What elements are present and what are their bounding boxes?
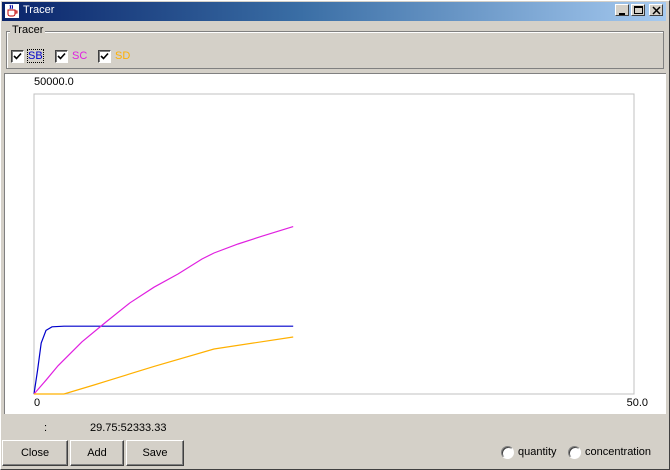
save-button[interactable]: Save [126, 440, 184, 466]
x-min-label: 0 [34, 397, 40, 409]
maximize-button[interactable] [631, 4, 645, 16]
radio-label-quantity: quantity [518, 446, 557, 458]
minimize-icon [619, 13, 625, 15]
window-title: Tracer [23, 4, 55, 16]
radio-button-concentration[interactable] [568, 446, 581, 459]
radio-button-quantity[interactable] [501, 446, 514, 459]
add-button[interactable]: Add [70, 440, 124, 466]
close-window-button[interactable] [649, 4, 663, 16]
plot-panel[interactable]: 50000.0 0 50.0 [4, 73, 666, 414]
status-readout: 29.75:52333.33 [90, 422, 167, 434]
plot-area-frame [33, 93, 635, 395]
minimize-button[interactable] [615, 4, 629, 16]
checkbox-label-sc: SC [72, 50, 88, 62]
checkmark-icon [100, 52, 109, 60]
checkbox-label-sb: SB [27, 49, 44, 63]
status-colon: : [44, 422, 48, 434]
checkbox-box-sb[interactable] [11, 50, 24, 63]
checkbox-box-sd[interactable] [98, 50, 111, 63]
checkmark-icon [13, 52, 22, 60]
x-max-label: 50.0 [627, 397, 648, 409]
checkbox-box-sc[interactable] [55, 50, 68, 63]
y-max-label: 50000.0 [34, 76, 74, 88]
checkmark-icon [57, 52, 66, 60]
radio-label-concentration: concentration [585, 446, 652, 458]
close-icon [652, 6, 661, 15]
java-cup-icon [5, 4, 19, 18]
title-bar[interactable]: Tracer [2, 2, 666, 21]
tracer-chart: 50000.0 0 50.0 [33, 76, 648, 409]
maximize-icon [634, 6, 643, 14]
checkbox-label-sd: SD [115, 50, 131, 62]
tracer-group-legend: Tracer [10, 24, 46, 36]
close-button[interactable]: Close [2, 440, 68, 466]
